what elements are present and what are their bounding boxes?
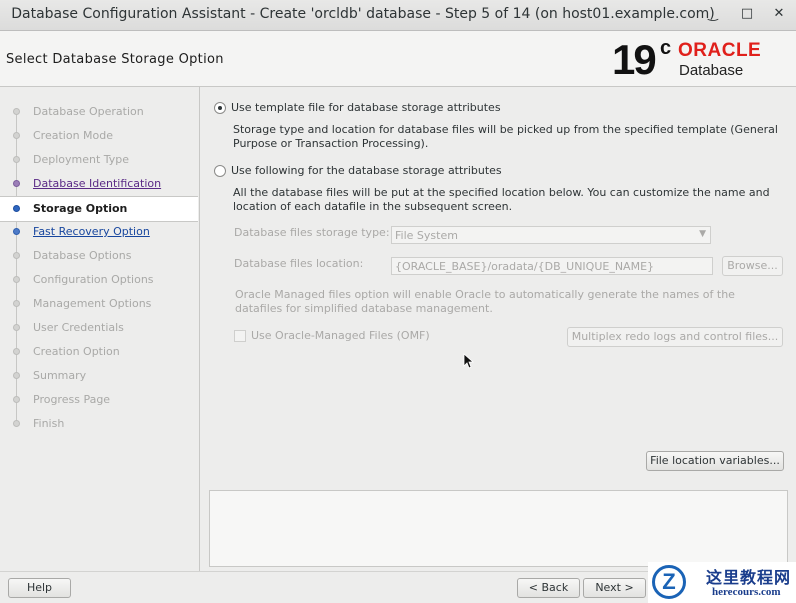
step-creation-option: Creation Option: [0, 340, 198, 364]
step-label: Creation Mode: [33, 129, 114, 142]
files-location-label: Database files location:: [234, 257, 364, 270]
chevron-down-icon: ▼: [699, 229, 706, 239]
step-configuration-options: Configuration Options: [0, 268, 198, 292]
minimize-button[interactable]: ‿: [705, 6, 721, 22]
step-dot-icon: [13, 132, 20, 139]
step-dot-icon: [13, 205, 20, 212]
next-button[interactable]: Next >: [583, 578, 646, 598]
step-fast-recovery-option[interactable]: Fast Recovery Option: [0, 220, 198, 244]
step-finish: Finish: [0, 412, 198, 436]
multiplex-redo-button[interactable]: Multiplex redo logs and control files...: [567, 327, 783, 347]
step-label: User Credentials: [33, 321, 124, 334]
step-dot-icon: [13, 156, 20, 163]
step-label: Creation Option: [33, 345, 120, 358]
custom-storage-label[interactable]: Use following for the database storage a…: [231, 164, 502, 177]
storage-type-value: File System: [395, 229, 458, 242]
step-dot-icon: [13, 420, 20, 427]
step-storage-option: Storage Option: [0, 196, 198, 222]
step-dot-icon: [13, 396, 20, 403]
step-label: Finish: [33, 417, 65, 430]
template-storage-radio[interactable]: [214, 102, 226, 114]
step-label[interactable]: Fast Recovery Option: [33, 225, 150, 238]
step-label: Storage Option: [33, 202, 128, 215]
custom-storage-description: All the database files will be put at th…: [233, 186, 770, 213]
files-location-input[interactable]: {ORACLE_BASE}/oradata/{DB_UNIQUE_NAME}: [391, 257, 713, 275]
mouse-pointer-icon: [463, 353, 474, 369]
omf-checkbox[interactable]: [234, 330, 246, 342]
step-dot-icon: [13, 108, 20, 115]
step-database-options: Database Options: [0, 244, 198, 268]
step-label: Summary: [33, 369, 87, 382]
omf-checkbox-label[interactable]: Use Oracle-Managed Files (OMF): [251, 329, 430, 342]
template-storage-label[interactable]: Use template file for database storage a…: [231, 101, 501, 114]
step-label: Database Operation: [33, 105, 144, 118]
step-dot-icon: [13, 252, 20, 259]
page-title: Select Database Storage Option: [6, 52, 224, 67]
step-dot-icon: [13, 228, 20, 235]
oracle-logo: ORACLE: [678, 40, 762, 61]
brand-version-suffix: c: [660, 37, 672, 59]
page-header: Select Database Storage Option 19 c ORAC…: [0, 31, 796, 87]
step-dot-icon: [13, 180, 20, 187]
step-label[interactable]: Database Identification: [33, 177, 161, 190]
window-title: Database Configuration Assistant - Creat…: [11, 6, 715, 22]
step-dot-icon: [13, 348, 20, 355]
step-dot-icon: [13, 324, 20, 331]
title-bar: Database Configuration Assistant - Creat…: [0, 0, 796, 31]
step-dot-icon: [13, 372, 20, 379]
maximize-button[interactable]: □: [739, 6, 755, 22]
back-button[interactable]: < Back: [517, 578, 580, 598]
storage-type-label: Database files storage type:: [234, 226, 390, 239]
step-label: Deployment Type: [33, 153, 130, 166]
watermark-z-icon: Z: [652, 565, 686, 599]
step-dot-icon: [13, 276, 20, 283]
step-user-credentials: User Credentials: [0, 316, 198, 340]
storage-type-select[interactable]: File System ▼: [391, 226, 711, 244]
step-label: Database Options: [33, 249, 132, 262]
file-location-variables-button[interactable]: File location variables...: [646, 451, 784, 471]
step-creation-mode: Creation Mode: [0, 124, 198, 148]
close-button[interactable]: ✕: [771, 6, 787, 22]
step-label: Configuration Options: [33, 273, 154, 286]
step-database-identification[interactable]: Database Identification: [0, 172, 198, 196]
step-progress-page: Progress Page: [0, 388, 198, 412]
template-storage-description: Storage type and location for database f…: [233, 123, 778, 150]
brand-product: Database: [679, 62, 744, 79]
sidebar-divider: [199, 86, 200, 571]
watermark-text-cn: 这里教程网: [706, 568, 792, 587]
browse-button[interactable]: Browse...: [722, 256, 783, 276]
step-navigator: Database Operation Creation Mode Deploym…: [0, 97, 198, 437]
step-label: Management Options: [33, 297, 152, 310]
custom-storage-radio[interactable]: [214, 165, 226, 177]
step-deployment-type: Deployment Type: [0, 148, 198, 172]
step-database-operation: Database Operation: [0, 100, 198, 124]
files-location-value: {ORACLE_BASE}/oradata/{DB_UNIQUE_NAME}: [395, 260, 655, 273]
step-summary: Summary: [0, 364, 198, 388]
brand-version: 19: [612, 36, 657, 83]
step-dot-icon: [13, 300, 20, 307]
step-label: Progress Page: [33, 393, 111, 406]
omf-note: Oracle Managed files option will enable …: [235, 288, 735, 315]
message-area: [209, 490, 788, 567]
watermark-logo: Z 这里教程网 herecours.com: [648, 562, 796, 603]
watermark-text-en: herecours.com: [712, 586, 781, 598]
step-management-options: Management Options: [0, 292, 198, 316]
help-button[interactable]: Help: [8, 578, 71, 598]
